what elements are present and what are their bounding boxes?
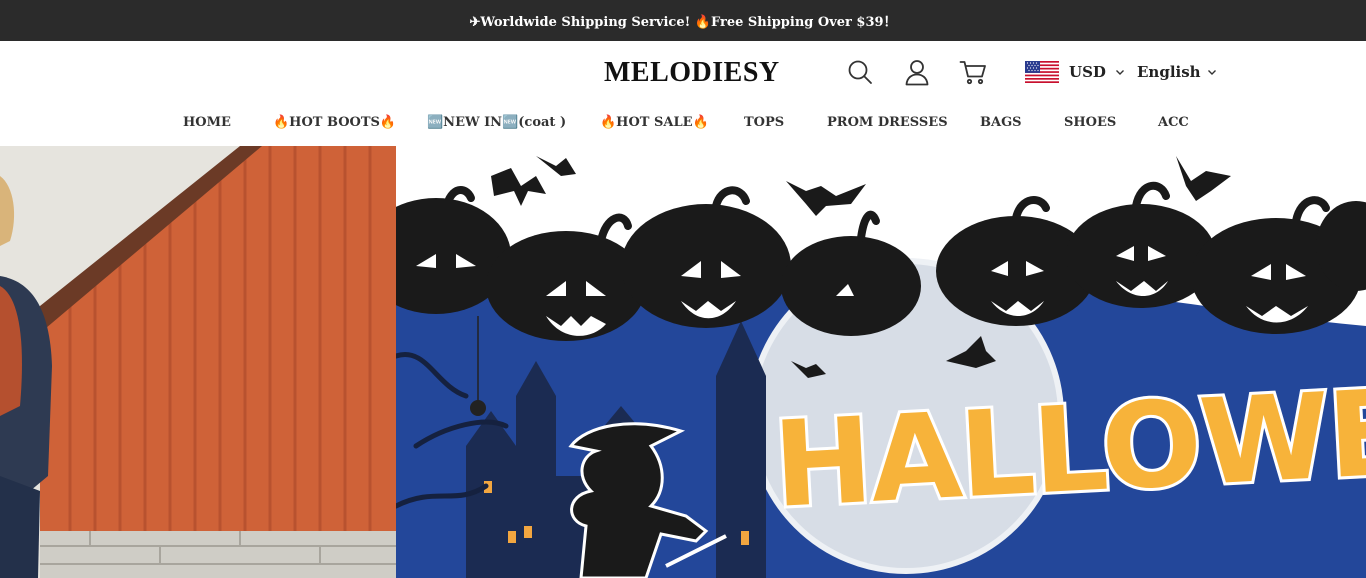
nav-item-prom-dresses[interactable]: PROM DRESSES — [827, 115, 948, 130]
chevron-down-icon — [1207, 70, 1216, 75]
nav-item-hot-sale[interactable]: 🔥HOT SALE🔥 — [600, 115, 709, 130]
nav-item-tops[interactable]: TOPS — [744, 115, 784, 130]
nav-item-acc[interactable]: ACC — [1158, 115, 1189, 130]
nav-item-new-in[interactable]: 🆕NEW IN🆕(coat ) — [427, 115, 566, 130]
account-icon — [905, 60, 929, 86]
currency-code: USD — [1069, 63, 1106, 81]
account-button[interactable] — [902, 57, 932, 87]
chevron-down-icon — [1115, 70, 1124, 75]
hero-slide-halloween[interactable]: HALLOWEEN — [396, 146, 1366, 578]
main-nav: HOME 🔥HOT BOOTS🔥 🆕NEW IN🆕(coat ) 🔥HOT SA… — [0, 105, 1366, 145]
search-icon — [848, 60, 872, 84]
nav-item-shoes[interactable]: SHOES — [1064, 115, 1116, 130]
site-header: MELODIESY USD English — [0, 41, 1366, 105]
halloween-banner-art: HALLOWEEN — [396, 146, 1366, 578]
cart-icon — [959, 61, 986, 85]
search-button[interactable] — [845, 57, 875, 87]
hero-slide-fashion[interactable] — [0, 146, 396, 578]
language-label: English — [1137, 63, 1201, 81]
hero-banner: HALLOWEEN — [0, 146, 1366, 578]
nav-item-bags[interactable]: BAGS — [980, 115, 1022, 130]
announcement-bar: ✈Worldwide Shipping Service! 🔥Free Shipp… — [0, 0, 1366, 41]
announcement-text: ✈Worldwide Shipping Service! 🔥Free Shipp… — [469, 15, 897, 30]
cart-button[interactable] — [958, 57, 988, 87]
nav-item-hot-boots[interactable]: 🔥HOT BOOTS🔥 — [273, 115, 396, 130]
fashion-photo — [0, 146, 396, 578]
site-logo[interactable]: MELODIESY — [604, 57, 780, 89]
us-flag-icon — [1025, 61, 1059, 83]
language-selector[interactable]: English — [1137, 60, 1217, 84]
currency-selector[interactable]: USD — [1025, 60, 1125, 84]
nav-item-home[interactable]: HOME — [183, 115, 231, 130]
